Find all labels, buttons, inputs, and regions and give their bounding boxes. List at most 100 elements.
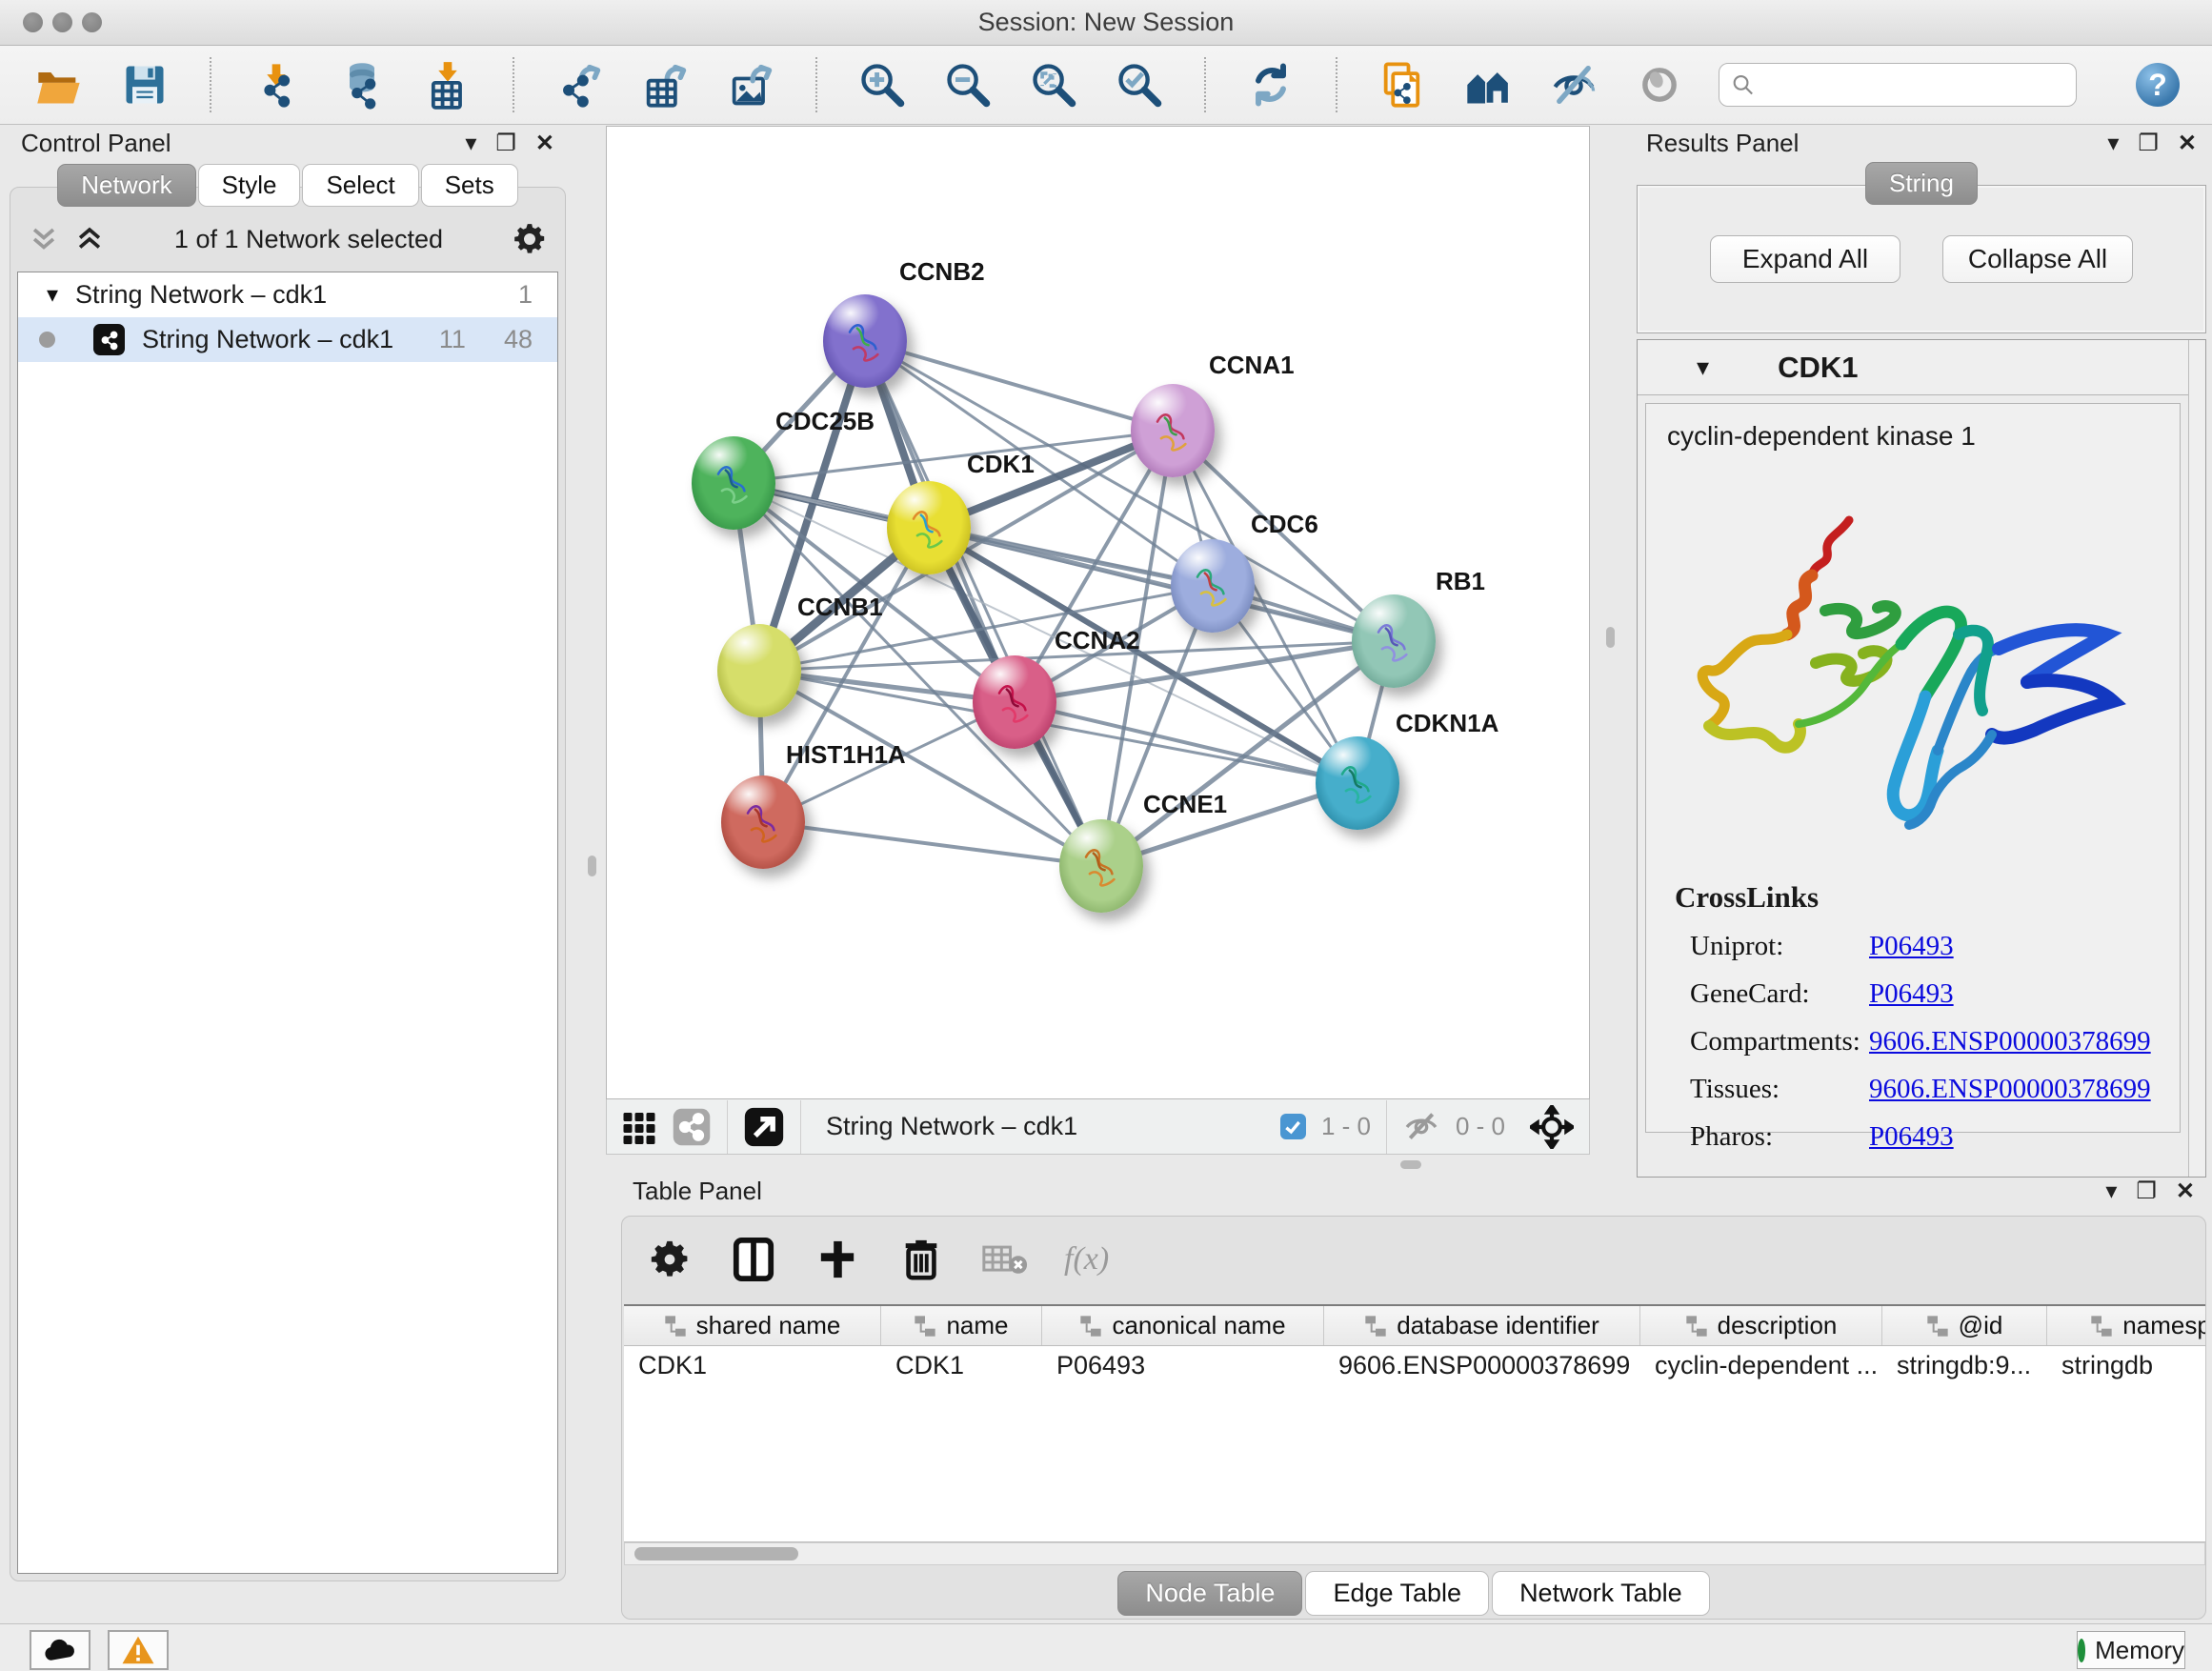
crosslink-link[interactable]: P06493 (1869, 978, 1954, 1010)
network-node-CCNA2[interactable] (973, 655, 1056, 749)
network-collection-row[interactable]: ▾ String Network – cdk1 1 (18, 272, 557, 317)
zoom-selected-button[interactable] (1113, 58, 1166, 111)
right-splitter-handle[interactable] (1606, 627, 1615, 648)
left-splitter-handle[interactable] (588, 856, 596, 876)
table-settings-gear-icon[interactable] (645, 1235, 694, 1284)
panel-close-icon[interactable]: ✕ (2176, 1178, 2195, 1205)
maximize-window-icon[interactable] (82, 12, 102, 32)
export-image-button[interactable] (724, 58, 777, 111)
fit-selected-icon[interactable] (1530, 1105, 1574, 1149)
results-scrollbar[interactable] (2188, 340, 2205, 1177)
tab-network-table[interactable]: Network Table (1492, 1571, 1710, 1616)
search-input[interactable] (1762, 70, 2064, 100)
import-database-button[interactable] (335, 58, 389, 111)
neighborhood-button[interactable] (1461, 58, 1515, 111)
import-table-button[interactable] (421, 58, 474, 111)
help-icon[interactable]: ? (2136, 63, 2180, 107)
memory-button[interactable]: Memory (2077, 1631, 2185, 1669)
network-node-CCNB2[interactable] (823, 294, 907, 388)
scrollbar-thumb[interactable] (634, 1547, 798, 1560)
network-row[interactable]: String Network – cdk1 11 48 (18, 317, 557, 362)
section-expander-icon[interactable]: ▾ (1697, 352, 1709, 382)
column-header-namespace[interactable]: namespace (2047, 1306, 2205, 1345)
tab-style[interactable]: Style (198, 164, 301, 207)
table-row[interactable]: CDK1CDK1P064939606.ENSP00000378699cyclin… (624, 1346, 2205, 1384)
network-canvas[interactable]: CCNB2CCNA1CDC25BCDK1CDC6RB1CCNB1CCNA2CDK… (606, 126, 1590, 1099)
zoom-fit-button[interactable] (1027, 58, 1080, 111)
edge-CCNB2-CCNA1[interactable] (865, 341, 1173, 431)
selected-checkbox-icon[interactable] (1280, 1114, 1306, 1139)
add-column-icon[interactable] (813, 1235, 862, 1284)
expand-all-button[interactable]: Expand All (1710, 235, 1900, 283)
network-node-CDK1[interactable] (887, 481, 971, 574)
column-type-icon (2090, 1315, 2113, 1338)
minimize-window-icon[interactable] (52, 12, 72, 32)
tab-edge-table[interactable]: Edge Table (1305, 1571, 1489, 1616)
tab-string[interactable]: String (1865, 162, 1978, 205)
save-session-button[interactable] (118, 58, 171, 111)
network-node-CDC6[interactable] (1171, 539, 1255, 633)
panel-menu-icon[interactable]: ▾ (2107, 130, 2119, 157)
tab-sets[interactable]: Sets (421, 164, 518, 207)
panel-float-icon[interactable]: ❐ (2136, 1178, 2157, 1205)
panel-menu-icon[interactable]: ▾ (2105, 1178, 2117, 1205)
network-node-CCNE1[interactable] (1059, 819, 1143, 913)
grid-view-icon[interactable] (622, 1110, 656, 1144)
birds-eye-view-icon[interactable] (743, 1106, 785, 1148)
edge-HIST1H1A-CCNE1[interactable] (763, 822, 1101, 866)
network-node-CCNA1[interactable] (1131, 384, 1215, 477)
warnings-button[interactable] (108, 1630, 169, 1670)
collapse-all-icon[interactable] (28, 223, 60, 255)
open-session-button[interactable] (32, 58, 86, 111)
show-columns-icon[interactable] (729, 1235, 778, 1284)
panel-close-icon[interactable]: ✕ (535, 130, 554, 157)
close-window-icon[interactable] (23, 12, 43, 32)
expand-all-icon[interactable] (73, 223, 106, 255)
crosslink-link[interactable]: 9606.ENSP00000378699 (1869, 1026, 2151, 1057)
network-node-RB1[interactable] (1352, 594, 1436, 688)
crosslink-link[interactable]: 9606.ENSP00000378699 (1869, 1074, 2151, 1105)
cloud-button[interactable] (30, 1630, 90, 1670)
import-network-button[interactable] (250, 58, 303, 111)
column-header-canonical-name[interactable]: canonical name (1042, 1306, 1324, 1345)
export-network-button[interactable] (553, 58, 606, 111)
tab-select[interactable]: Select (302, 164, 418, 207)
panel-float-icon[interactable]: ❐ (495, 130, 516, 157)
panel-float-icon[interactable]: ❐ (2138, 130, 2159, 157)
tab-node-table[interactable]: Node Table (1117, 1571, 1302, 1616)
column-header--id[interactable]: @id (1882, 1306, 2047, 1345)
node-table[interactable]: shared namenamecanonical namedatabase id… (624, 1304, 2205, 1542)
crosslink-link[interactable]: P06493 (1869, 1121, 1954, 1153)
column-header-shared-name[interactable]: shared name (624, 1306, 881, 1345)
table-tabs: Node TableEdge TableNetwork Table (622, 1571, 2205, 1616)
zoom-out-button[interactable] (941, 58, 995, 111)
network-view-icon[interactable] (672, 1107, 712, 1147)
show-all-button[interactable] (1633, 58, 1686, 111)
hide-selected-button[interactable] (1547, 58, 1600, 111)
column-header-name[interactable]: name (881, 1306, 1042, 1345)
zoom-in-button[interactable] (855, 58, 909, 111)
export-table-button[interactable] (638, 58, 692, 111)
table-horizontal-scrollbar[interactable] (624, 1542, 2205, 1565)
clone-network-button[interactable] (1376, 58, 1429, 111)
refresh-button[interactable] (1244, 58, 1297, 111)
search-box[interactable] (1719, 63, 2077, 107)
network-node-CDKN1A[interactable] (1316, 736, 1399, 830)
network-node-CCNB1[interactable] (717, 624, 801, 717)
gear-icon[interactable] (512, 221, 548, 257)
tree-expander-icon[interactable]: ▾ (47, 281, 75, 309)
panel-close-icon[interactable]: ✕ (2178, 130, 2197, 157)
column-header-description[interactable]: description (1640, 1306, 1882, 1345)
tab-network[interactable]: Network (57, 164, 195, 207)
delete-column-icon[interactable] (896, 1235, 946, 1284)
crosslink-link[interactable]: P06493 (1869, 931, 1954, 962)
collapse-all-button[interactable]: Collapse All (1942, 235, 2133, 283)
panel-menu-icon[interactable]: ▾ (465, 130, 476, 157)
bottom-splitter-handle[interactable] (1400, 1160, 1421, 1169)
network-node-CDC25B[interactable] (692, 436, 775, 530)
column-header-database-identifier[interactable]: database identifier (1324, 1306, 1640, 1345)
node-section-header[interactable]: ▾ CDK1 (1638, 340, 2205, 395)
network-node-HIST1H1A[interactable] (721, 775, 805, 869)
edge-CDK1-RB1[interactable] (929, 528, 1394, 641)
column-type-icon (1079, 1315, 1102, 1338)
